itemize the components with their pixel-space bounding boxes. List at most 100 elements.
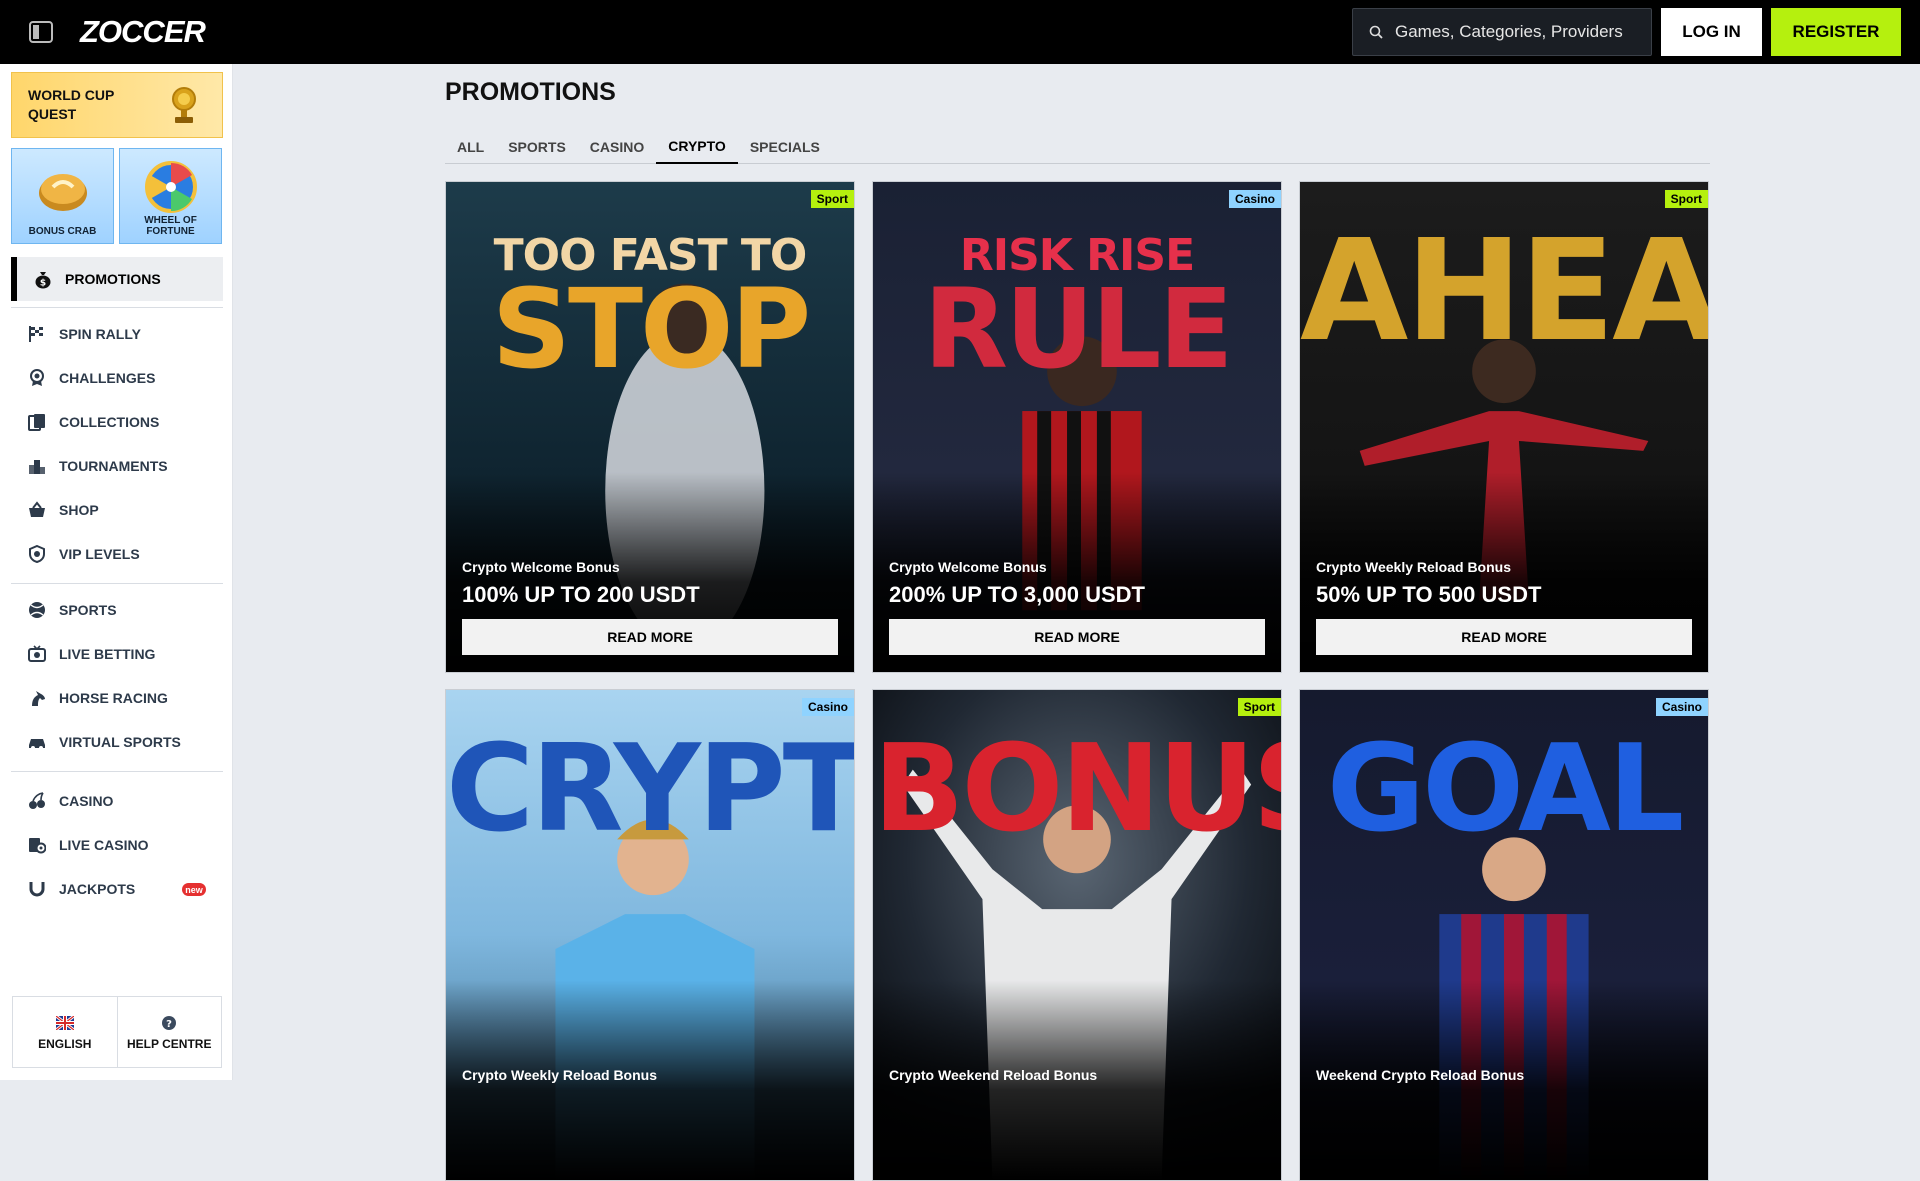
sidebar-item-virtual-sports[interactable]: VIRTUAL SPORTS	[27, 727, 217, 757]
sidebar-item-spin-rally[interactable]: SPIN RALLY	[27, 319, 217, 349]
sidebar-footer: ENGLISH ? HELP CENTRE	[12, 996, 222, 1068]
promo-value: 100% UP TO 200 USDT	[462, 582, 700, 607]
cherries-icon	[27, 791, 47, 811]
wheel-of-fortune-label: WHEEL OF FORTUNE	[144, 215, 197, 237]
sidebar-item-label: VIP LEVELS	[59, 546, 140, 562]
sidebar-item-label: CASINO	[59, 793, 114, 809]
promo-card[interactable]: TOO FAST TO STOP Sport Crypto Welcome Bo…	[445, 181, 855, 673]
read-more-button[interactable]: READ MORE	[1316, 619, 1692, 655]
help-centre-link[interactable]: ? HELP CENTRE	[118, 997, 222, 1067]
sidebar-item-collections[interactable]: COLLECTIONS	[27, 407, 217, 437]
promotion-tabs: ALL SPORTS CASINO CRYPTO SPECIALS	[445, 130, 1710, 164]
promo-value: 50% UP TO 500 USDT	[1316, 582, 1542, 607]
new-badge: new	[182, 883, 206, 896]
svg-text:$: $	[40, 279, 46, 289]
zoccer-logo[interactable]: ZOCCER	[80, 14, 206, 50]
register-button[interactable]: REGISTER	[1771, 8, 1901, 56]
sidebar-item-label: LIVE BETTING	[59, 646, 156, 662]
promo-card[interactable]: GOAL Casino Weekend Crypto Reload Bonus	[1299, 689, 1709, 1181]
uk-flag-icon	[55, 1013, 74, 1033]
page-title: PROMOTIONS	[445, 78, 616, 106]
sidebar-item-label: JACKPOTS	[59, 881, 136, 897]
promo-headline: AHEAD	[1300, 210, 1709, 373]
top-bar: ZOCCER Games, Categories, Providers LOG …	[0, 0, 1920, 64]
promo-headline: GOAL	[1326, 720, 1685, 859]
category-tag: Casino	[1228, 190, 1281, 208]
search-icon	[1369, 25, 1383, 39]
promo-title: Crypto Weekly Reload Bonus	[462, 1067, 658, 1083]
category-tag: Casino	[1655, 698, 1708, 716]
podium-icon	[27, 456, 47, 476]
wheel-icon	[144, 161, 197, 213]
promo-title: Crypto Welcome Bonus	[462, 559, 620, 575]
help-centre-label: HELP CENTRE	[127, 1037, 212, 1051]
sidebar-item-casino[interactable]: CASINO	[27, 786, 217, 816]
live-tv-icon	[27, 644, 47, 664]
sidebar-item-live-betting[interactable]: LIVE BETTING	[27, 639, 217, 669]
promo-title: Crypto Weekend Reload Bonus	[889, 1067, 1098, 1083]
language-selector[interactable]: ENGLISH	[13, 997, 118, 1067]
sidebar-item-label: SHOP	[59, 502, 99, 518]
car-icon	[27, 732, 47, 752]
promo-value: 200% UP TO 3,000 USDT	[889, 582, 1145, 607]
world-cup-quest-banner[interactable]: WORLD CUP QUEST	[11, 72, 223, 138]
wheel-of-fortune-tile[interactable]: WHEEL OF FORTUNE	[119, 148, 222, 244]
promo-title: Crypto Welcome Bonus	[889, 559, 1047, 575]
money-bag-icon: $	[33, 269, 53, 289]
sidebar-toggle-icon[interactable]	[28, 20, 54, 44]
cards-icon	[27, 412, 47, 432]
sidebar-divider	[11, 307, 223, 308]
basket-icon	[27, 500, 47, 520]
world-cup-quest-label: WORLD CUP QUEST	[28, 87, 115, 122]
checkered-flag-icon	[27, 324, 47, 344]
promo-headline: RULE	[923, 265, 1233, 393]
sidebar-item-shop[interactable]: SHOP	[27, 495, 217, 525]
horseshoe-icon	[27, 879, 47, 899]
read-more-button[interactable]: READ MORE	[889, 619, 1265, 655]
category-tag: Sport	[1664, 190, 1708, 208]
category-tag: Sport	[810, 190, 854, 208]
sidebar-item-horse-racing[interactable]: HORSE RACING	[27, 683, 217, 713]
category-tag: Sport	[1237, 698, 1281, 716]
bonus-crab-label: BONUS CRAB	[28, 226, 97, 237]
promo-card[interactable]: AHEAD Sport Crypto Weekly Reload Bonus 5…	[1299, 181, 1709, 673]
promo-title: Weekend Crypto Reload Bonus	[1316, 1067, 1525, 1083]
tab-all[interactable]: ALL	[445, 130, 496, 164]
language-label: ENGLISH	[38, 1037, 92, 1051]
login-button[interactable]: LOG IN	[1661, 8, 1762, 56]
ball-icon	[27, 600, 47, 620]
tab-sports[interactable]: SPORTS	[496, 130, 578, 164]
live-cards-icon	[27, 835, 47, 855]
help-icon: ?	[161, 1013, 177, 1033]
sidebar-item-label: TOURNAMENTS	[59, 458, 168, 474]
sidebar: WORLD CUP QUEST BONUS CRAB WHEEL OF FORT…	[0, 64, 233, 1080]
sidebar-item-vip-levels[interactable]: VIP LEVELS	[27, 539, 217, 569]
sidebar-item-sports[interactable]: SPORTS	[27, 595, 217, 625]
sidebar-item-promotions[interactable]: $ PROMOTIONS	[11, 257, 223, 301]
tab-casino[interactable]: CASINO	[578, 130, 656, 164]
search-input[interactable]: Games, Categories, Providers	[1352, 8, 1652, 56]
promo-card[interactable]: RISK RISE RULE Casino Crypto Welcome Bon…	[872, 181, 1282, 673]
promo-headline: BONUS	[873, 720, 1281, 859]
sidebar-item-label: VIRTUAL SPORTS	[59, 734, 181, 750]
sidebar-item-label: CHALLENGES	[59, 370, 156, 386]
read-more-button[interactable]: READ MORE	[462, 619, 838, 655]
sidebar-item-challenges[interactable]: CHALLENGES	[27, 363, 217, 393]
sidebar-item-label: HORSE RACING	[59, 690, 168, 706]
bonus-crab-tile[interactable]: BONUS CRAB	[11, 148, 114, 244]
shield-icon	[27, 544, 47, 564]
medal-icon	[27, 368, 47, 388]
promo-card[interactable]: BONUS Sport Crypto Weekend Reload Bonus	[872, 689, 1282, 1181]
sidebar-item-live-casino[interactable]: LIVE CASINO	[27, 830, 217, 860]
sidebar-item-label: COLLECTIONS	[59, 414, 160, 430]
sidebar-divider	[11, 771, 223, 772]
promo-title: Crypto Weekly Reload Bonus	[1316, 559, 1512, 575]
tab-crypto[interactable]: CRYPTO	[656, 130, 738, 164]
sidebar-item-tournaments[interactable]: TOURNAMENTS	[27, 451, 217, 481]
category-tag: Casino	[801, 698, 854, 716]
promo-card[interactable]: CRYPTO Casino Crypto Weekly Reload Bonus	[445, 689, 855, 1181]
sidebar-item-label: SPIN RALLY	[59, 326, 141, 342]
tab-specials[interactable]: SPECIALS	[738, 130, 832, 164]
search-placeholder: Games, Categories, Providers	[1395, 22, 1623, 41]
sidebar-item-label: LIVE CASINO	[59, 837, 149, 853]
